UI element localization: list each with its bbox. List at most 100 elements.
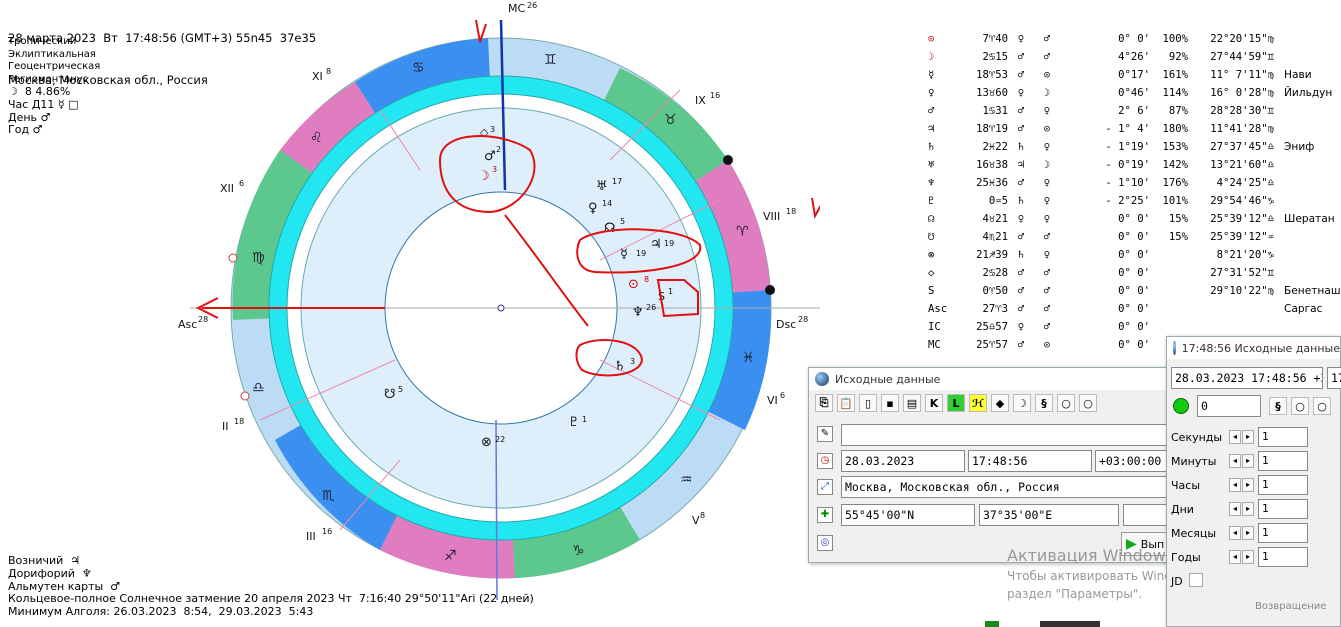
summary-line: Возничий ♃ [8,554,81,567]
left-arrow-icon[interactable]: ◂ [1229,550,1241,564]
edit-icon[interactable]: ✎ [817,426,833,442]
right-arrow-icon[interactable]: ▸ [1242,526,1254,540]
table-cell: ♂ [928,105,935,117]
table-cell: 176% [1162,177,1188,189]
step-value-field[interactable]: 1 [1258,523,1308,543]
table-cell: ☿ [928,69,935,81]
taskbar-item[interactable] [1040,621,1100,627]
place-field[interactable]: Москва, Московская обл., Россия [841,476,1177,498]
tag-icon[interactable]: ◆ [991,394,1009,412]
coords-icon[interactable]: ✚ [817,507,833,523]
left-arrow-icon[interactable]: ◂ [1229,526,1241,540]
paste-icon[interactable]: 📋 [837,394,855,412]
step-spinner[interactable]: ◂ ▸ [1229,526,1254,540]
latitude-field[interactable]: 55°45'00"N [841,504,975,526]
circle-icon[interactable]: ○ [1291,397,1309,415]
asc-label: Asc [178,318,197,331]
circle-icon[interactable]: ○ [1079,394,1097,412]
name-field[interactable] [841,424,1177,446]
natal-chart-wheel[interactable]: ♋ ♊ ♉ ♈ ♓ ♒ ♑ ♐ ♏ ♎ ♍ ♌ ♂ 2 ☽ 3 ♅ 17 ♀ 1… [160,0,820,627]
left-arrow-icon[interactable]: ◂ [1229,430,1241,444]
jd-checkbox[interactable] [1189,573,1203,587]
window-titlebar[interactable]: 17:48:56 Исходные данные [1167,337,1340,359]
timezone-field[interactable]: +03:00:00 [1095,450,1177,472]
table-cell: ♂ [1017,285,1025,297]
right-arrow-icon[interactable]: ▸ [1242,430,1254,444]
ouroboros-icon[interactable]: § [1269,397,1287,415]
table-cell: 0° 0' [1118,303,1150,315]
right-arrow-icon[interactable]: ▸ [1242,502,1254,516]
longitude-field[interactable]: 37°35'00"E [979,504,1119,526]
left-arrow-icon[interactable]: ◂ [1229,478,1241,492]
right-arrow-icon[interactable]: ▸ [1242,454,1254,468]
step-value-field[interactable]: 1 [1258,475,1308,495]
sign-pisces: ♓ [742,350,755,366]
table-cell: 0°46' [1118,87,1150,99]
step-value-field[interactable]: 1 [1258,451,1308,471]
step-value-field[interactable]: 1 [1258,427,1308,447]
source-data-window[interactable]: Исходные данные ⎘ 📋 ▯ ▪ ▤ K L ℋ ◆ ☽ § ○ … [808,367,1181,563]
step-label: Месяцы [1171,526,1217,540]
table-cell: 18♈19 [976,123,1008,135]
table-cell: 22°20'15"♍ [1210,33,1274,45]
l-icon[interactable]: L [947,394,965,412]
table-row: ☽ 2♋15 ♂ ♂ 4°26' 92% 27°44'59"♊ [928,48,1341,66]
svg-text:II: II [222,420,229,433]
planet-jupiter: ♃ [650,237,662,252]
location-icon[interactable]: ⤢ [817,479,833,495]
sign-gemini: ♊ [544,52,557,68]
table-cell: 8°21'20"♑ [1216,249,1274,261]
table-cell: 0° 0' [1118,231,1150,243]
circle-icon[interactable]: ○ [1057,394,1075,412]
step-value-field[interactable]: 1 [1258,547,1308,567]
info-line: Геоцентрическая [8,61,101,73]
green-status-icon[interactable] [1173,398,1189,414]
clock-icon[interactable]: ◷ [817,453,833,469]
datetime-field[interactable]: 28.03.2023 17:48:56 +3 [1171,367,1323,389]
table-cell: 0° 0' [1118,267,1150,279]
svg-text:VIII: VIII [763,210,780,223]
offset-field[interactable]: 0 [1197,395,1261,417]
table-cell: ♂ [1043,33,1051,45]
table-cell: 11°41'28"♍ [1210,123,1274,135]
svg-text:18: 18 [786,207,796,216]
step-value-field[interactable]: 1 [1258,499,1308,519]
k-icon[interactable]: K [925,394,943,412]
sign-scorpio: ♏ [322,488,335,504]
time-step-window[interactable]: 17:48:56 Исходные данные 28.03.2023 17:4… [1166,336,1341,627]
table-cell: - 2°25' [1105,195,1150,207]
table-cell: 0° 0' [1118,213,1150,225]
window-titlebar[interactable]: Исходные данные [809,368,1177,390]
ouroboros-icon[interactable]: § [1035,394,1053,412]
right-arrow-icon[interactable]: ▸ [1242,550,1254,564]
left-arrow-icon[interactable]: ◂ [1229,454,1241,468]
step-spinner[interactable]: ◂ ▸ [1229,454,1254,468]
step-spinner[interactable]: ◂ ▸ [1229,478,1254,492]
table-cell: ♀ [1043,213,1051,225]
time-field[interactable]: 17:48:56 [968,450,1092,472]
right-arrow-icon[interactable]: ▸ [1242,478,1254,492]
copy-icon[interactable]: ⎘ [815,394,833,412]
left-arrow-icon[interactable]: ◂ [1229,502,1241,516]
table-cell: 16♉38 [976,159,1008,171]
table-cell: ♂ [1017,105,1025,117]
planet-south-node: ☋ [384,387,396,402]
summary-line: Минимум Алголя: 26.03.2023 8:54, 29.03.2… [8,605,314,619]
moon-icon[interactable]: ☽ [1013,394,1031,412]
circle-icon[interactable]: ○ [1313,397,1331,415]
extra-field[interactable]: 17 [1327,367,1341,389]
planet-uranus: ♅ [596,179,608,194]
table-cell [1274,102,1341,120]
step-spinner[interactable]: ◂ ▸ [1229,550,1254,564]
h-icon[interactable]: ℋ [969,394,987,412]
new-document-icon[interactable]: ▯ [859,394,877,412]
calendar-icon[interactable]: ▤ [903,394,921,412]
globe-icon[interactable]: ◎ [817,535,833,551]
date-field[interactable]: 28.03.2023 [841,450,965,472]
step-spinner[interactable]: ◂ ▸ [1229,502,1254,516]
table-row: ⊙ 7♈40 ♀ ♂ 0° 0' 100% 22°20'15"♍ [928,30,1341,48]
table-cell: 2° 6' [1118,105,1150,117]
table-row: S 0♈50 ♂ ♂ 0° 0' 29°10'22"♍ Бенетнаш [928,282,1341,300]
step-spinner[interactable]: ◂ ▸ [1229,430,1254,444]
save-icon[interactable]: ▪ [881,394,899,412]
